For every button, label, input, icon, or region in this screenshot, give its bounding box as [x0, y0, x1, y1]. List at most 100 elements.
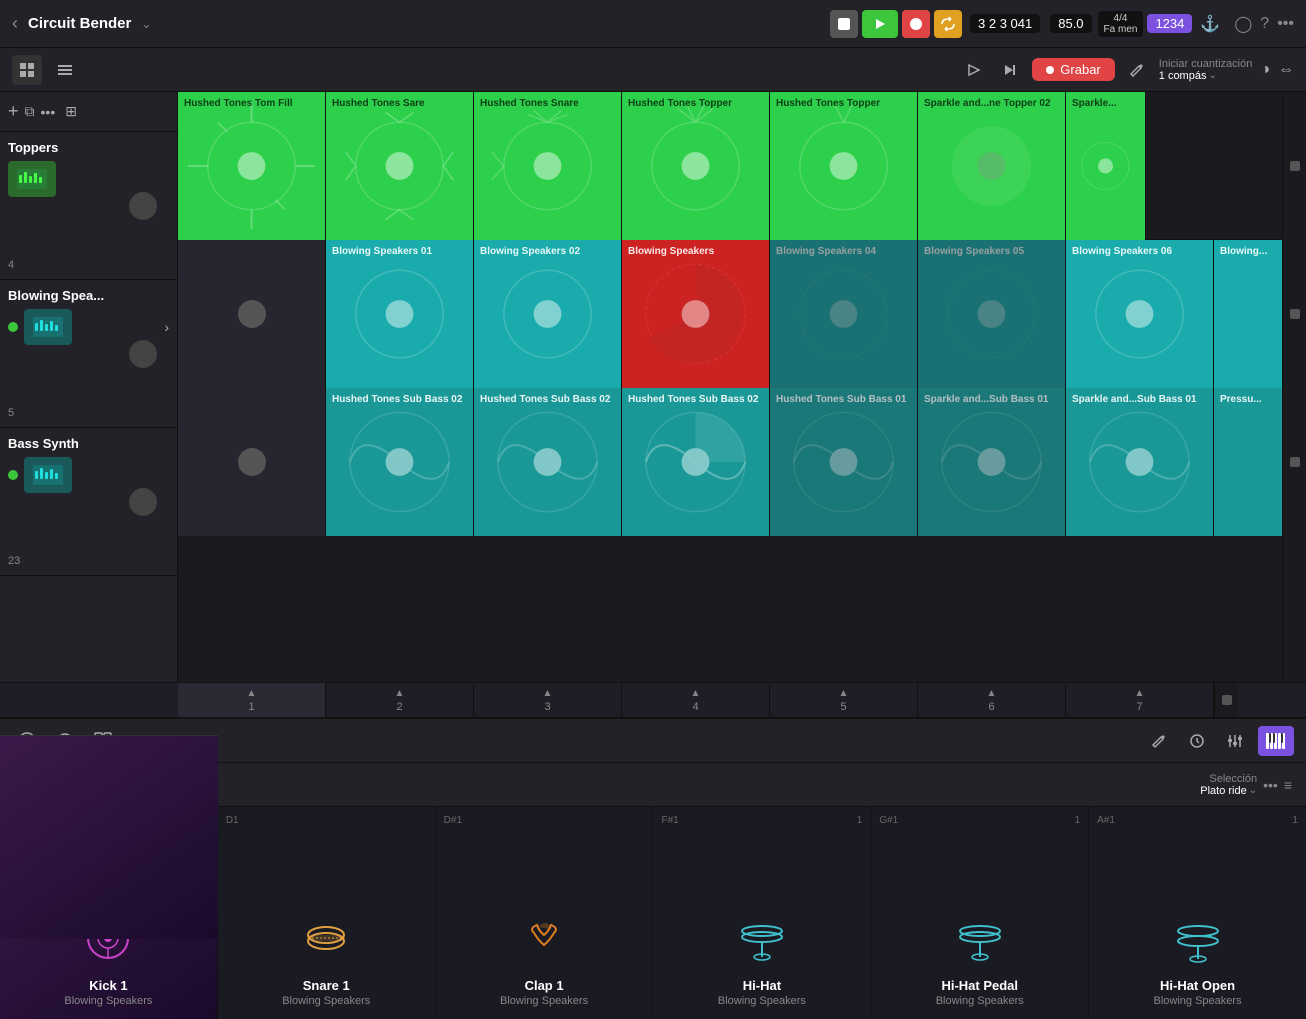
- clip-label: Blowing Speakers 05: [924, 246, 1059, 258]
- quantize-chevron[interactable]: ⌄: [1208, 70, 1216, 81]
- clip-toppers-6[interactable]: Sparkle and...ne Topper 02: [918, 92, 1066, 240]
- track-num-bass: 23: [8, 555, 20, 567]
- clip-toppers-5[interactable]: Hushed Tones Topper: [770, 92, 918, 240]
- pad-note: G#1: [879, 815, 898, 826]
- pad-kit-clap: Blowing Speakers: [500, 995, 588, 1007]
- track-device-blowing[interactable]: [24, 309, 72, 345]
- scene-row-1: Hushed Tones Tom Fill Hushed Tones Sare …: [178, 92, 1282, 240]
- clip-bass-3[interactable]: Hushed Tones Sub Bass 01: [770, 388, 918, 536]
- duplicate-track-button[interactable]: ⧉: [25, 103, 35, 120]
- loop-button[interactable]: [934, 10, 962, 38]
- clip-blowing-active[interactable]: Blowing Speakers: [622, 240, 770, 388]
- pad-count: 1: [1292, 815, 1298, 826]
- track-layout-button[interactable]: ⊞: [65, 103, 77, 120]
- scene-stop-all[interactable]: [1222, 695, 1232, 705]
- pad-hihat-pedal[interactable]: G#1 1 Hi-Hat Pedal Blowing Speakers: [871, 807, 1089, 1019]
- scene-num-4[interactable]: ▲ 4: [622, 683, 770, 717]
- back-button[interactable]: ‹: [12, 13, 18, 34]
- more-menu-icon[interactable]: •••: [1277, 15, 1294, 33]
- scene-num-3[interactable]: ▲ 3: [474, 683, 622, 717]
- clip-blowing-7[interactable]: Blowing...: [1214, 240, 1282, 388]
- scene-num-5[interactable]: ▲ 5: [770, 683, 918, 717]
- track-options-button[interactable]: •••: [41, 104, 56, 120]
- scene-num-1[interactable]: ▲ 1: [178, 683, 326, 717]
- play-head-button[interactable]: [960, 56, 988, 84]
- clip-bass-empty[interactable]: [178, 388, 326, 536]
- pad-count: 1: [1075, 815, 1081, 826]
- pad-options-button[interactable]: ≡: [1284, 777, 1292, 793]
- volume-knob-blowing[interactable]: [129, 340, 157, 368]
- record-toolbar-button[interactable]: Grabar: [1032, 58, 1114, 81]
- pad-hihat[interactable]: F#1 1 Hi-Hat Blowing Speakers: [653, 807, 871, 1019]
- layout-toggle[interactable]: ⇔: [1278, 61, 1294, 79]
- mixer-icon[interactable]: [1220, 726, 1250, 756]
- scene-badge[interactable]: 1234: [1147, 14, 1192, 33]
- clip-toppers-3[interactable]: Hushed Tones Snare: [474, 92, 622, 240]
- scene-num-7[interactable]: ▲ 7: [1066, 683, 1214, 717]
- dark-mode-toggle[interactable]: ◑: [1260, 61, 1270, 79]
- hihat-open-icon: [1173, 913, 1223, 972]
- toolbar-right: Iniciar cuantización 1 compás ⌄ ◑ ⇔: [1159, 58, 1294, 82]
- top-nav: ‹ Circuit Bender ⌄ 3 2 3 041 85.0 4/4 Fa…: [0, 0, 1306, 48]
- pad-more-button[interactable]: •••: [1263, 777, 1278, 793]
- project-title: Circuit Bender: [28, 15, 131, 32]
- position-display: 3 2 3 041: [970, 14, 1040, 33]
- stop-button[interactable]: [830, 10, 858, 38]
- clip-label: Hushed Tones Sub Bass 02: [628, 394, 763, 406]
- clip-bass-6[interactable]: Pressu...: [1214, 388, 1282, 536]
- record-button[interactable]: [902, 10, 930, 38]
- pad-hihat-open[interactable]: A#1 1 Hi-Hat Open Blowing Speakers: [1089, 807, 1306, 1019]
- clip-bass-2[interactable]: Hushed Tones Sub Bass 02: [474, 388, 622, 536]
- add-track-button[interactable]: +: [8, 101, 19, 122]
- clip-label: Blowing Speakers 01: [332, 246, 467, 258]
- grid-view-button[interactable]: [12, 55, 42, 85]
- clip-label: Blowing Speakers 04: [776, 246, 911, 258]
- clip-blowing-2[interactable]: Blowing Speakers 02: [474, 240, 622, 388]
- scene-num-2[interactable]: ▲ 2: [326, 683, 474, 717]
- pad-snare-1[interactable]: D1 Snare 1 Blowing Speakers: [218, 807, 436, 1019]
- clip-blowing-6[interactable]: Blowing Speakers 06: [1066, 240, 1214, 388]
- piano-roll-icon[interactable]: [1258, 726, 1294, 756]
- clip-blowing-1[interactable]: Blowing Speakers 01: [326, 240, 474, 388]
- clip-bass-4[interactable]: Sparkle and...Sub Bass 01: [918, 388, 1066, 536]
- scene-row-3: Hushed Tones Sub Bass 02 Hushed Tones Su…: [178, 388, 1282, 536]
- play-button[interactable]: [862, 10, 898, 38]
- pad-clap-1[interactable]: D#1 Clap 1 Blowing Speakers: [436, 807, 654, 1019]
- project-chevron[interactable]: ⌄: [141, 17, 151, 31]
- list-view-button[interactable]: [50, 55, 80, 85]
- scene-stop-3[interactable]: [1283, 388, 1306, 536]
- main-toolbar: Grabar Iniciar cuantización 1 compás ⌄ ◑…: [0, 48, 1306, 92]
- volume-knob-toppers[interactable]: [129, 192, 157, 220]
- help-icon[interactable]: ?: [1260, 15, 1269, 33]
- clip-toppers-1[interactable]: Hushed Tones Tom Fill: [178, 92, 326, 240]
- scene-num-6[interactable]: ▲ 6: [918, 683, 1066, 717]
- volume-knob-bass[interactable]: [129, 488, 157, 516]
- clip-blowing-empty[interactable]: [178, 240, 326, 388]
- clip-label: Blowing Speakers: [628, 246, 763, 258]
- metronome-button[interactable]: ⚓: [1196, 10, 1224, 38]
- track-device-bass[interactable]: [24, 457, 72, 493]
- play-head-continue-button[interactable]: [996, 56, 1024, 84]
- clip-blowing-5[interactable]: Blowing Speakers 05: [918, 240, 1066, 388]
- clip-toppers-2[interactable]: Hushed Tones Sare: [326, 92, 474, 240]
- track-device-toppers[interactable]: [8, 161, 56, 197]
- scene-stop-1[interactable]: [1283, 92, 1306, 240]
- hihat-icon: [737, 913, 787, 972]
- pencil-button[interactable]: [1123, 56, 1151, 84]
- track-active-blowing: [8, 322, 18, 332]
- clip-blowing-4[interactable]: Blowing Speakers 04: [770, 240, 918, 388]
- clip-toppers-4[interactable]: Hushed Tones Topper: [622, 92, 770, 240]
- scene-stop-2[interactable]: [1283, 240, 1306, 388]
- selection-chevron[interactable]: ⌄: [1249, 785, 1257, 796]
- clip-bass-5[interactable]: Sparkle and...Sub Bass 01: [1066, 388, 1214, 536]
- pencil-tool-icon[interactable]: [1144, 726, 1174, 756]
- kick-info-overlay: [0, 735, 218, 939]
- track-expand-blowing[interactable]: ›: [164, 319, 169, 335]
- clock-tool-icon[interactable]: [1182, 726, 1212, 756]
- clip-label: Hushed Tones Tom Fill: [184, 98, 319, 110]
- clip-bass-1[interactable]: Hushed Tones Sub Bass 02: [326, 388, 474, 536]
- clip-bass-active[interactable]: Hushed Tones Sub Bass 02: [622, 388, 770, 536]
- clip-label: Sparkle...: [1072, 98, 1139, 110]
- clip-toppers-7[interactable]: Sparkle...: [1066, 92, 1146, 240]
- account-icon[interactable]: ◯: [1234, 14, 1252, 34]
